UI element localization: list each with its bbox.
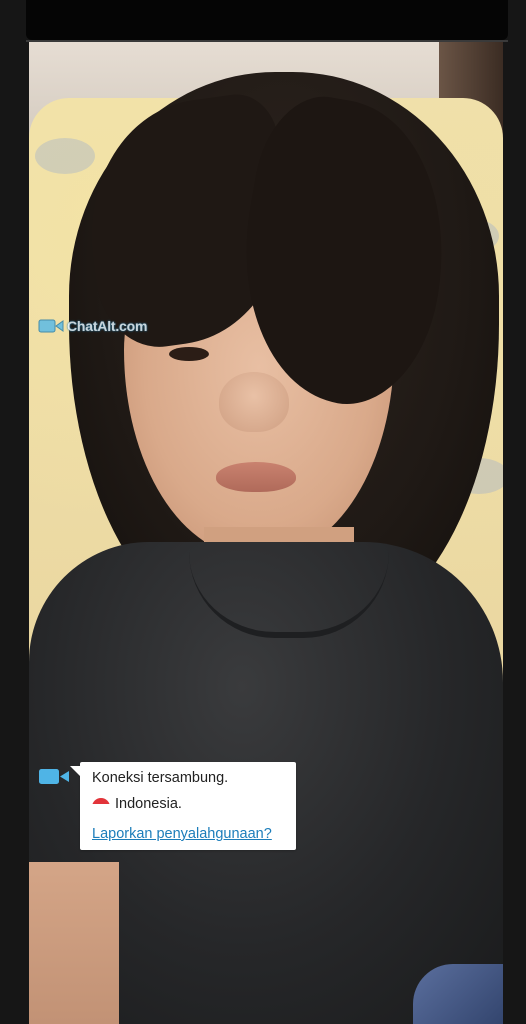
person-nose: [219, 372, 289, 432]
report-abuse-link[interactable]: Laporkan penyalahgunaan?: [92, 826, 286, 842]
status-bar: [26, 0, 508, 40]
country-line: Indonesia.: [92, 794, 286, 814]
chat-message: Koneksi tersambung. Indonesia. Laporkan …: [38, 762, 296, 850]
country-text: Indonesia.: [115, 796, 182, 812]
remote-video-feed: [29, 42, 503, 1024]
connection-status-text: Koneksi tersambung.: [92, 770, 229, 786]
message-bubble: Koneksi tersambung. Indonesia. Laporkan …: [80, 762, 296, 850]
chatalt-watermark: ChatAlt.com: [38, 318, 147, 334]
person-eye-left: [169, 347, 209, 361]
video-camera-icon: [38, 767, 70, 787]
person-jeans: [413, 964, 503, 1024]
person-arm: [29, 862, 119, 1024]
phone-screen: ChatAlt.com Koneksi tersambung. Indonesi…: [0, 0, 526, 1024]
bubble-tail: [70, 766, 80, 776]
video-camera-icon: [38, 318, 64, 334]
indonesia-flag-icon: [92, 798, 110, 810]
watermark-text: ChatAlt.com: [67, 318, 148, 334]
person-mouth: [216, 462, 296, 492]
